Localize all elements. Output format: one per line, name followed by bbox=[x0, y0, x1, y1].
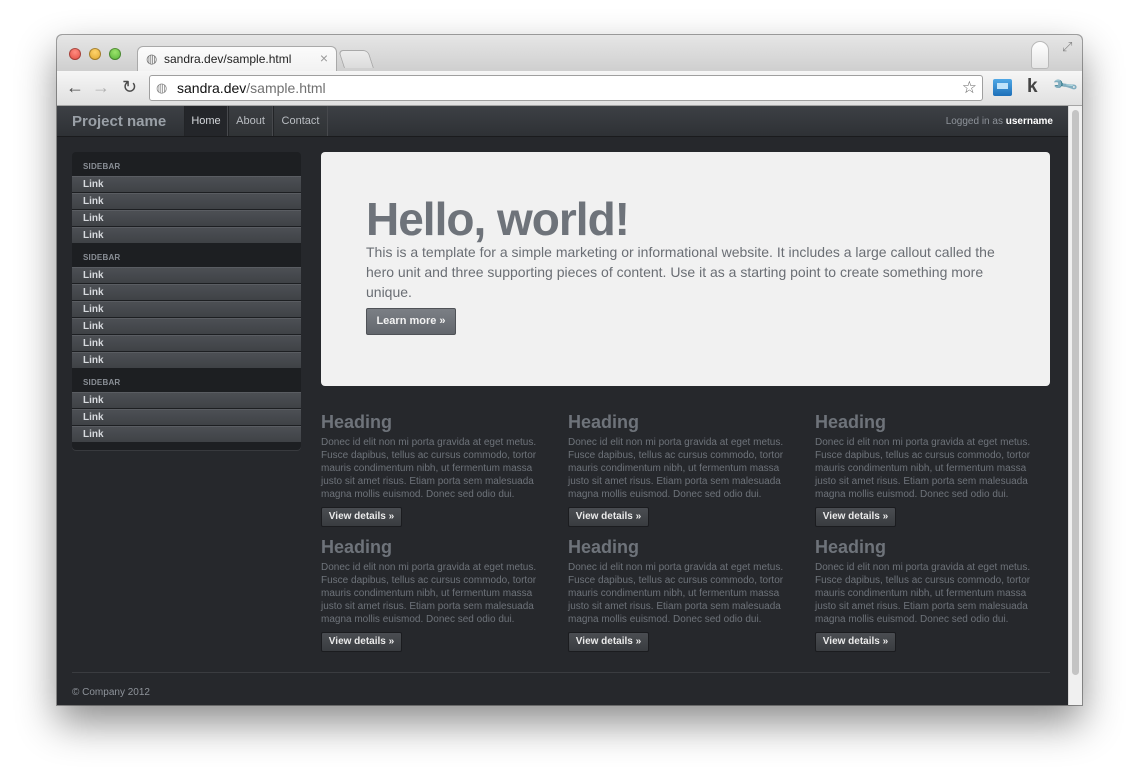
sidebar-link[interactable]: Link bbox=[72, 193, 301, 209]
globe-icon: ◍ bbox=[156, 80, 168, 95]
feature-text: Donec id elit non mi porta gravida at eg… bbox=[321, 562, 537, 625]
sidebar-link[interactable]: Link bbox=[72, 335, 301, 351]
sidebar-header: SIDEBAR bbox=[83, 378, 121, 387]
sidebar-link[interactable]: Link bbox=[72, 352, 301, 368]
browser-toolbar: ← → ↻ ◍ sandra.dev/sample.html ☆ k 🔧 bbox=[57, 71, 1082, 106]
back-arrow-icon[interactable]: ← bbox=[66, 77, 84, 97]
url-host: sandra.dev bbox=[177, 80, 247, 96]
address-url: sandra.dev/sample.html bbox=[177, 80, 326, 96]
footer-divider bbox=[72, 672, 1050, 673]
scrollbar-thumb[interactable] bbox=[1072, 110, 1079, 675]
new-tab-button[interactable] bbox=[338, 50, 374, 68]
close-icon[interactable]: × bbox=[320, 50, 328, 66]
wrench-icon[interactable]: 🔧 bbox=[1051, 72, 1080, 101]
reload-icon[interactable]: ↻ bbox=[122, 77, 137, 97]
fullscreen-icon[interactable]: ⤢ bbox=[1062, 39, 1072, 55]
view-details-button[interactable]: View details » bbox=[815, 507, 896, 527]
nav-item-home[interactable]: Home bbox=[184, 106, 228, 136]
feature-text: Donec id elit non mi porta gravida at eg… bbox=[321, 437, 537, 500]
window-zoom-button[interactable] bbox=[109, 48, 121, 60]
view-details-button[interactable]: View details » bbox=[321, 507, 402, 527]
sidebar-header: SIDEBAR bbox=[83, 253, 121, 262]
sidebar-link[interactable]: Link bbox=[72, 210, 301, 226]
bookmark-star-icon[interactable]: ☆ bbox=[962, 78, 977, 98]
learn-more-button[interactable]: Learn more » bbox=[366, 308, 456, 335]
footer-text: © Company 2012 bbox=[72, 687, 150, 698]
browser-tab[interactable]: ◍ sandra.dev/sample.html × bbox=[137, 46, 337, 71]
sidebar-link[interactable]: Link bbox=[72, 176, 301, 192]
sidebar-header: SIDEBAR bbox=[83, 162, 121, 171]
globe-icon: ◍ bbox=[146, 51, 158, 66]
tab-title: sandra.dev/sample.html bbox=[164, 52, 292, 66]
extension-icon[interactable] bbox=[993, 79, 1012, 96]
view-details-button[interactable]: View details » bbox=[321, 632, 402, 652]
feature-text: Donec id elit non mi porta gravida at eg… bbox=[568, 437, 784, 500]
hero-title: Hello, world! bbox=[366, 193, 630, 245]
feature-text: Donec id elit non mi porta gravida at eg… bbox=[815, 562, 1031, 625]
nav-item-contact[interactable]: Contact bbox=[273, 106, 328, 136]
sidebar-link[interactable]: Link bbox=[72, 409, 301, 425]
forward-arrow-icon[interactable]: → bbox=[92, 77, 110, 97]
browser-window: ◍ sandra.dev/sample.html × ⤢ ← → ↻ ◍ san… bbox=[57, 35, 1082, 705]
profile-icon[interactable] bbox=[1031, 41, 1049, 69]
sidebar-link[interactable]: Link bbox=[72, 284, 301, 300]
nav-item-about[interactable]: About bbox=[228, 106, 273, 136]
sidebar-link[interactable]: Link bbox=[72, 267, 301, 283]
sidebar-link[interactable]: Link bbox=[72, 301, 301, 317]
view-details-button[interactable]: View details » bbox=[815, 632, 896, 652]
view-details-button[interactable]: View details » bbox=[568, 507, 649, 527]
username-link[interactable]: username bbox=[1006, 116, 1053, 127]
feature-heading: Heading bbox=[815, 412, 887, 432]
feature-heading: Heading bbox=[321, 412, 393, 432]
feature-heading: Heading bbox=[568, 412, 640, 432]
sidebar-link[interactable]: Link bbox=[72, 426, 301, 442]
feature-text: Donec id elit non mi porta gravida at eg… bbox=[815, 437, 1031, 500]
logged-in-prefix: Logged in as bbox=[945, 116, 1003, 127]
sidebar-link[interactable]: Link bbox=[72, 392, 301, 408]
feature-text: Donec id elit non mi porta gravida at eg… bbox=[568, 562, 784, 625]
feature-heading: Heading bbox=[568, 537, 640, 557]
navbar: Project name Home About Contact Logged i… bbox=[57, 106, 1068, 137]
url-path: /sample.html bbox=[246, 80, 326, 96]
feature-heading: Heading bbox=[815, 537, 887, 557]
address-bar[interactable]: ◍ sandra.dev/sample.html ☆ bbox=[149, 75, 983, 101]
window-close-button[interactable] bbox=[69, 48, 81, 60]
view-details-button[interactable]: View details » bbox=[568, 632, 649, 652]
vertical-scrollbar[interactable] bbox=[1068, 106, 1082, 705]
k-icon[interactable]: k bbox=[1027, 76, 1038, 98]
sidebar: SIDEBAR Link Link Link Link SIDEBAR Link… bbox=[72, 152, 301, 450]
hero-text: This is a template for a simple marketin… bbox=[366, 244, 995, 300]
sidebar-link[interactable]: Link bbox=[72, 318, 301, 334]
window-minimize-button[interactable] bbox=[89, 48, 101, 60]
hero-unit: Hello, world! This is a template for a s… bbox=[321, 152, 1050, 386]
sidebar-link[interactable]: Link bbox=[72, 227, 301, 243]
logged-in-text: Logged in as username bbox=[946, 116, 1053, 127]
tab-strip: ◍ sandra.dev/sample.html × ⤢ bbox=[57, 35, 1082, 71]
feature-heading: Heading bbox=[321, 537, 393, 557]
page-viewport: Project name Home About Contact Logged i… bbox=[57, 106, 1068, 705]
brand[interactable]: Project name bbox=[72, 113, 166, 130]
